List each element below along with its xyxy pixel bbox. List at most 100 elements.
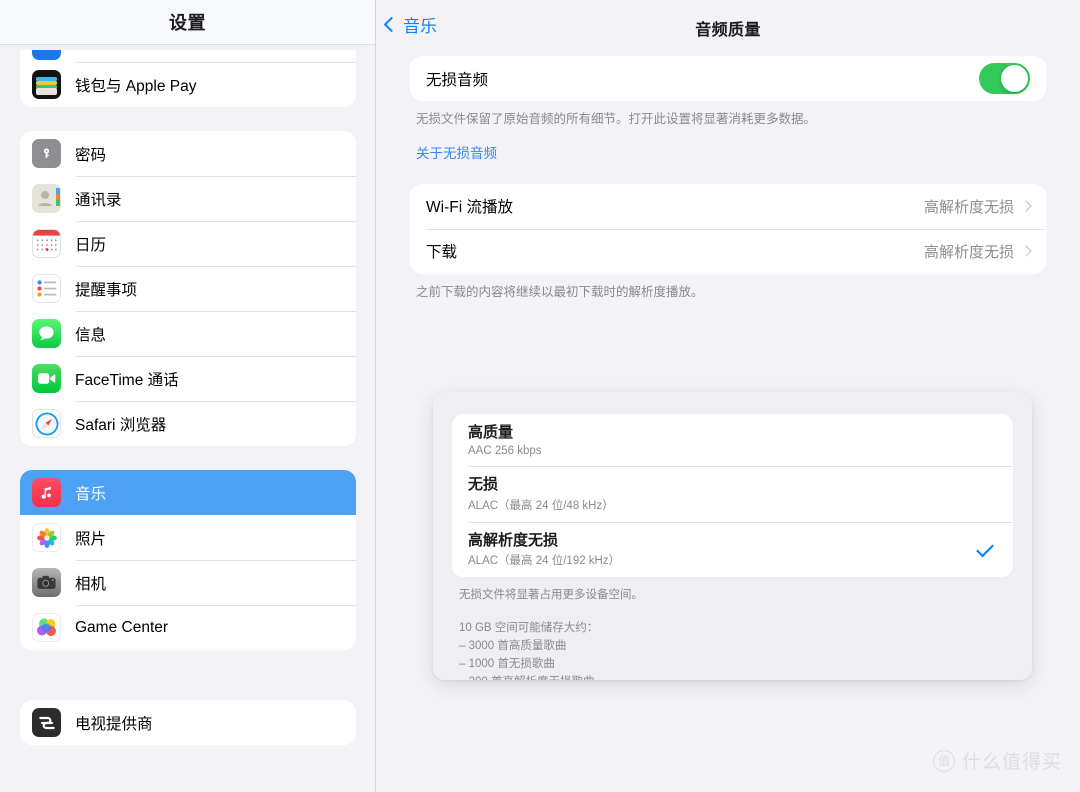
back-button-label: 音乐 xyxy=(403,12,437,37)
sidebar-item-label: Game Center xyxy=(75,619,168,637)
watermark: 值 什么值得买 xyxy=(933,747,1062,774)
music-note-glyph xyxy=(39,485,54,500)
back-button[interactable]: 音乐 xyxy=(386,12,437,37)
option-text-group: 无损 ALAC（最高 24 位/48 kHz） xyxy=(468,474,614,513)
sidebar-item-reminders[interactable]: 提醒事项 xyxy=(20,266,356,311)
option-text-group: 高质量 AAC 256 kbps xyxy=(468,422,542,457)
option-title: 高解析度无损 xyxy=(468,530,620,552)
chevron-left-icon xyxy=(384,17,400,33)
sidebar-item-contacts[interactable]: 通讯录 xyxy=(20,176,356,221)
facetime-icon xyxy=(32,364,61,393)
lossless-audio-toggle[interactable] xyxy=(979,63,1030,94)
key-glyph xyxy=(39,146,54,161)
main-navigation-bar: 音乐 音频质量 xyxy=(376,0,1080,56)
option-high-quality[interactable]: 高质量 AAC 256 kbps xyxy=(452,414,1013,466)
lossless-audio-card: 无损音频 xyxy=(410,56,1046,101)
watermark-badge-icon: 值 xyxy=(933,750,955,772)
compass-glyph xyxy=(34,411,60,437)
contacts-icon xyxy=(32,184,61,213)
sidebar-item-game-center[interactable]: Game Center xyxy=(20,605,356,650)
option-hi-res-lossless[interactable]: 高解析度无损 ALAC（最高 24 位/192 kHz） xyxy=(452,522,1013,578)
reminders-glyph xyxy=(33,274,60,303)
sidebar-item-label: Safari 浏览器 xyxy=(75,413,166,435)
video-camera-glyph xyxy=(38,372,56,385)
sidebar-item-photos[interactable]: 照片 xyxy=(20,515,356,560)
sidebar-group-media: 音乐 xyxy=(20,470,356,650)
sidebar-group-apps: 密码 通讯录 xyxy=(20,131,356,446)
download-row[interactable]: 下载 高解析度无损 xyxy=(410,229,1046,274)
messages-icon xyxy=(32,319,61,348)
download-value-group: 高解析度无损 xyxy=(924,241,1030,262)
lossless-audio-row[interactable]: 无损音频 xyxy=(410,56,1046,101)
music-icon xyxy=(32,478,61,507)
photos-icon xyxy=(32,523,61,552)
sidebar-group-tv: 电视提供商 xyxy=(20,700,356,745)
sidebar-item-wallet[interactable]: 钱包与 Apple Pay xyxy=(20,62,356,107)
chevron-right-icon xyxy=(1020,246,1031,257)
sidebar-item-label: 相机 xyxy=(75,572,106,594)
sidebar-item-passwords[interactable]: 密码 xyxy=(20,131,356,176)
sidebar-item-appstore-partial[interactable] xyxy=(20,50,356,62)
sidebar-item-label: 提醒事项 xyxy=(75,278,137,300)
download-label: 下载 xyxy=(426,240,457,262)
wallet-icon xyxy=(32,70,61,99)
option-title: 高质量 xyxy=(468,422,542,444)
option-lossless[interactable]: 无损 ALAC（最高 24 位/48 kHz） xyxy=(452,466,1013,522)
calendar-glyph xyxy=(33,229,60,258)
game-center-icon xyxy=(32,613,61,642)
settings-sidebar: 钱包与 Apple Pay 密码 xyxy=(0,0,376,792)
main-content: 无损音频 无损文件保留了原始音频的所有细节。打开此设置将显著消耗更多数据。 关于… xyxy=(376,56,1080,302)
sidebar-gap xyxy=(20,674,356,700)
sidebar-item-label: 密码 xyxy=(75,143,106,165)
popover-storage-info: 10 GB 空间可能储存大约： – 3000 首高质量歌曲 – 1000 首无损… xyxy=(459,620,1013,680)
option-title: 无损 xyxy=(468,474,614,496)
speech-bubble-glyph xyxy=(37,324,56,343)
app-store-icon xyxy=(32,50,61,60)
download-value: 高解析度无损 xyxy=(924,241,1014,262)
lossless-footnote: 无损文件保留了原始音频的所有细节。打开此设置将显著消耗更多数据。 xyxy=(416,110,1046,129)
sidebar-item-safari[interactable]: Safari 浏览器 xyxy=(20,401,356,446)
sidebar-item-tv-provider[interactable]: 电视提供商 xyxy=(20,700,356,745)
key-icon xyxy=(32,139,61,168)
quality-options-list: 高质量 AAC 256 kbps 无损 ALAC（最高 24 位/48 kHz）… xyxy=(452,414,1013,577)
option-subtitle: ALAC（最高 24 位/192 kHz） xyxy=(468,552,620,568)
audio-quality-card: Wi-Fi 流播放 高解析度无损 下载 高解析度无损 xyxy=(410,184,1046,274)
pinwheel-glyph xyxy=(35,526,59,550)
sidebar-item-facetime[interactable]: FaceTime 通话 xyxy=(20,356,356,401)
lossless-audio-label: 无损音频 xyxy=(426,68,488,90)
tv-provider-icon xyxy=(32,708,61,737)
bubbles-glyph xyxy=(35,616,59,640)
about-lossless-link[interactable]: 关于无损音频 xyxy=(416,142,1046,162)
calendar-icon xyxy=(32,229,61,258)
option-subtitle: AAC 256 kbps xyxy=(468,445,542,457)
camera-icon xyxy=(32,568,61,597)
chevron-right-icon xyxy=(1020,201,1031,212)
wifi-streaming-row[interactable]: Wi-Fi 流播放 高解析度无损 xyxy=(410,184,1046,229)
settings-window: 钱包与 Apple Pay 密码 xyxy=(0,0,1080,792)
main-title: 音频质量 xyxy=(376,16,1080,40)
sidebar-item-calendar[interactable]: 日历 xyxy=(20,221,356,266)
sidebar-item-label: 信息 xyxy=(75,323,106,345)
sidebar-item-label: 音乐 xyxy=(75,482,106,504)
option-subtitle: ALAC（最高 24 位/48 kHz） xyxy=(468,497,614,513)
reminders-icon xyxy=(32,274,61,303)
popover-note: 无损文件将显著占用更多设备空间。 xyxy=(459,586,1013,602)
option-text-group: 高解析度无损 ALAC（最高 24 位/192 kHz） xyxy=(468,530,620,569)
audio-quality-popover: 高质量 AAC 256 kbps 无损 ALAC（最高 24 位/48 kHz）… xyxy=(433,392,1032,680)
sidebar-group-wallet: 钱包与 Apple Pay xyxy=(20,50,356,107)
sidebar-item-label: 通讯录 xyxy=(75,188,122,210)
wifi-streaming-value-group: 高解析度无损 xyxy=(924,196,1030,217)
sidebar-item-camera[interactable]: 相机 xyxy=(20,560,356,605)
page-title: 设置 xyxy=(169,9,206,35)
quality-footnote: 之前下载的内容将继续以最初下载时的解析度播放。 xyxy=(416,283,1046,302)
watermark-text: 什么值得买 xyxy=(962,747,1062,774)
sidebar-scroll-area[interactable]: 钱包与 Apple Pay 密码 xyxy=(0,0,376,792)
toggle-knob xyxy=(1001,65,1028,92)
wifi-streaming-value: 高解析度无损 xyxy=(924,196,1014,217)
sidebar-item-label: 日历 xyxy=(75,233,106,255)
wifi-streaming-label: Wi-Fi 流播放 xyxy=(426,195,513,217)
connector-glyph xyxy=(37,713,57,733)
sidebar-item-label: 照片 xyxy=(75,527,106,549)
sidebar-item-messages[interactable]: 信息 xyxy=(20,311,356,356)
sidebar-item-music[interactable]: 音乐 xyxy=(20,470,356,515)
